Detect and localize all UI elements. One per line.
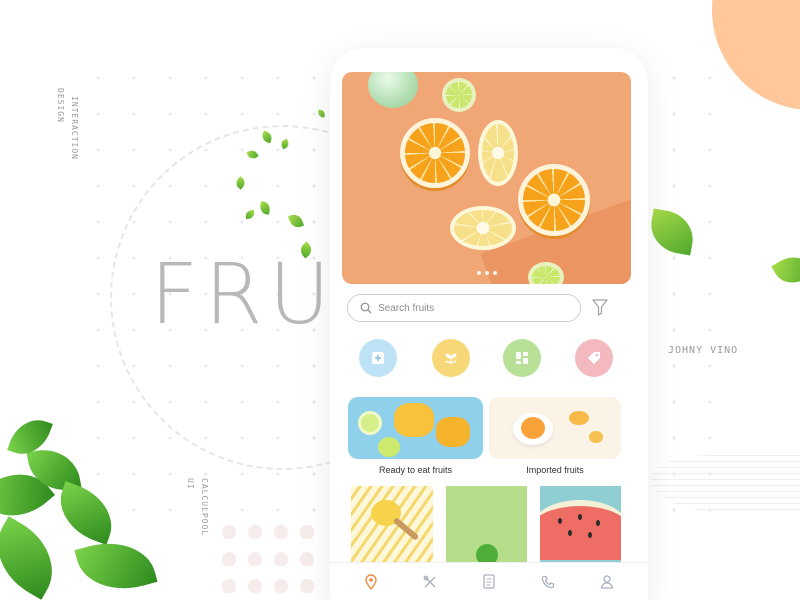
seed — [558, 518, 562, 524]
petal — [222, 579, 236, 593]
filter-icon[interactable] — [592, 298, 608, 316]
vertical-label-calculpool: CALCULPOOL — [200, 478, 209, 537]
lemon-half-image — [478, 120, 518, 186]
tools-icon — [423, 575, 436, 587]
category-grid-button[interactable] — [503, 339, 541, 377]
petal — [222, 552, 236, 566]
petal — [274, 579, 288, 593]
product-tile-lime[interactable] — [446, 486, 527, 564]
petal — [248, 552, 262, 566]
collection-label-ready: Ready to eat fruits — [378, 465, 453, 475]
grid-icon — [516, 352, 528, 364]
nav-tools[interactable] — [415, 567, 445, 597]
search-input[interactable] — [378, 302, 568, 314]
collection-label-imported: Imported fruits — [526, 465, 584, 475]
seed — [588, 532, 592, 538]
collection-card-imported[interactable] — [489, 397, 621, 459]
artboard: FRUIT DESIGN INTERACTION CALCULPOOL UI J… — [0, 0, 800, 600]
bottom-nav — [330, 562, 648, 600]
list-icon — [483, 574, 495, 589]
category-offers-button[interactable] — [575, 339, 613, 377]
petal — [248, 525, 262, 539]
nav-call[interactable] — [533, 567, 563, 597]
lime-slice-image — [528, 262, 564, 284]
search-icon — [360, 302, 372, 314]
orange-image — [521, 417, 545, 439]
phone-icon — [541, 575, 554, 588]
plant-leaf — [74, 531, 158, 600]
leaf-icon — [771, 249, 800, 291]
nav-orders[interactable] — [474, 567, 504, 597]
orange-slice-image — [400, 118, 470, 188]
vertical-label-interaction: INTERACTION — [70, 96, 79, 160]
lime-image — [358, 411, 382, 435]
nav-profile[interactable] — [592, 567, 622, 597]
category-organic-button[interactable] — [432, 339, 470, 377]
seed — [578, 514, 582, 520]
petal — [248, 579, 262, 593]
product-tile-lemon[interactable] — [351, 486, 433, 564]
seed — [596, 520, 600, 526]
hero-carousel[interactable] — [342, 72, 631, 284]
lime-image — [378, 437, 400, 457]
product-tile-watermelon[interactable] — [540, 486, 621, 564]
pager-dot[interactable] — [477, 271, 481, 275]
petal — [300, 525, 314, 539]
pager-dot[interactable] — [493, 271, 497, 275]
collection-card-ready[interactable] — [348, 397, 483, 459]
watermelon-image — [540, 500, 621, 560]
pager-dot[interactable] — [485, 271, 489, 275]
user-icon — [600, 575, 613, 589]
lime-slice-image — [442, 78, 476, 112]
search-bar[interactable] — [347, 294, 581, 322]
mango-image — [394, 403, 434, 437]
sprout-icon — [445, 353, 457, 364]
petal — [222, 525, 236, 539]
vertical-label-ui: UI — [186, 478, 195, 490]
lime-image — [476, 544, 498, 564]
category-fresh-button[interactable] — [359, 339, 397, 377]
location-pin-icon — [365, 573, 378, 590]
vertical-label-design: DESIGN — [56, 88, 65, 123]
plant-leaf — [0, 516, 70, 600]
mango-image — [436, 417, 470, 447]
seed — [568, 530, 572, 536]
petal — [300, 579, 314, 593]
nav-location[interactable] — [356, 567, 386, 597]
tray-icon — [372, 352, 384, 364]
orange-image — [589, 431, 603, 443]
carousel-pager[interactable] — [477, 271, 497, 275]
author-caption: JOHNY VINO — [668, 345, 739, 356]
tag-icon — [588, 352, 600, 364]
petal — [274, 525, 288, 539]
knife-image — [392, 517, 420, 541]
lemon-half-image — [450, 206, 516, 250]
petal — [300, 552, 314, 566]
petal — [274, 552, 288, 566]
orange-image — [569, 411, 589, 425]
apple-image — [368, 72, 418, 108]
orange-slice-image — [518, 164, 590, 236]
